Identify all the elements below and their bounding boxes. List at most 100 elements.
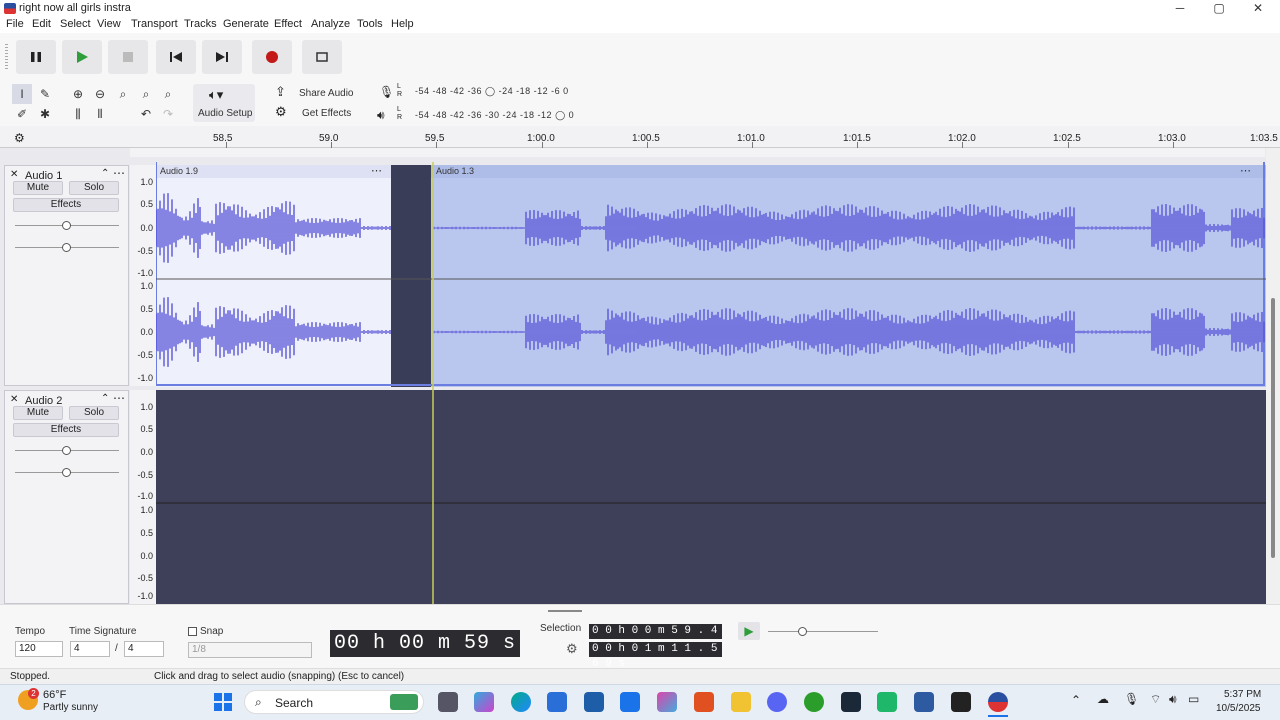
- snap-select[interactable]: 1/8: [188, 642, 312, 658]
- record-button[interactable]: [252, 40, 292, 74]
- network-warning-icon[interactable]: ☁: [1097, 692, 1109, 706]
- menu-transport[interactable]: Transport: [131, 18, 178, 30]
- solo-button[interactable]: Solo: [69, 406, 119, 420]
- playback-meter[interactable]: -54 -48 -42 -36 -30 -24 -18 -12 ◯ 0: [415, 110, 574, 121]
- maximize-button[interactable]: ▢: [1199, 0, 1239, 17]
- silence-audio-icon[interactable]: ⫴: [90, 104, 110, 124]
- task-view-icon[interactable]: [438, 692, 458, 712]
- menu-view[interactable]: View: [97, 18, 121, 30]
- clock-time[interactable]: 5:37 PM: [1224, 689, 1261, 700]
- app-icon[interactable]: [877, 692, 897, 712]
- timeline-ruler[interactable]: ⚙ 58.5 59.0 59.5 1:00.0 1:00.5 1:01.0 1:…: [0, 126, 1280, 148]
- pan-slider-knob[interactable]: [62, 468, 71, 477]
- undo-icon[interactable]: ↶: [136, 104, 156, 124]
- taskbar-search[interactable]: ⌕ Search: [244, 690, 424, 714]
- record-meter[interactable]: -54 -48 -42 -36 ◯ -24 -18 -12 -6 0: [415, 86, 569, 97]
- menu-help[interactable]: Help: [391, 18, 414, 30]
- microphone-tray-icon[interactable]: 🎙︎: [1124, 692, 1139, 706]
- discord-icon[interactable]: [767, 692, 787, 712]
- stop-button[interactable]: [108, 40, 148, 74]
- menu-generate[interactable]: Generate: [223, 18, 269, 30]
- menu-file[interactable]: File: [6, 18, 24, 30]
- snap-checkbox[interactable]: [188, 627, 197, 636]
- clip-menu-icon[interactable]: ⋯: [1240, 165, 1251, 177]
- volume-icon[interactable]: 🔊︎: [1169, 692, 1177, 707]
- get-effects-button[interactable]: ⚙ Get Effects: [273, 104, 361, 122]
- selection-settings-icon[interactable]: ⚙: [566, 641, 578, 657]
- track-menu-icon[interactable]: ⋯: [113, 166, 125, 180]
- windows-start-icon[interactable]: [213, 692, 233, 712]
- multi-tool-icon[interactable]: ✱: [35, 104, 55, 124]
- track-control-panel[interactable]: ✕ Audio 2 ⌃ ⋯ Mute Solo Effects: [4, 390, 129, 604]
- edge-browser-icon[interactable]: [511, 692, 531, 712]
- play-speed-knob[interactable]: [798, 627, 807, 636]
- track-menu-icon[interactable]: ⋯: [113, 391, 125, 405]
- redo-icon[interactable]: ↷: [158, 104, 178, 124]
- pause-button[interactable]: [16, 40, 56, 74]
- track-control-panel[interactable]: ✕ Audio 1 ⌃ ⋯ Mute Solo Effects: [4, 165, 129, 386]
- clock-date[interactable]: 10/5/2025: [1216, 703, 1261, 714]
- waveform-canvas[interactable]: Audio 1.9 Audio 1.3 ⋯ ⋯: [156, 162, 1266, 604]
- minimize-button[interactable]: ─: [1160, 0, 1200, 17]
- menu-tools[interactable]: Tools: [357, 18, 383, 30]
- playback-speaker-icon[interactable]: 🔊︎: [377, 108, 385, 123]
- gain-slider-knob[interactable]: [62, 221, 71, 230]
- draw-tool-icon[interactable]: ✐: [12, 104, 32, 124]
- timeline-settings-icon[interactable]: ⚙: [14, 131, 25, 145]
- play-at-speed-button[interactable]: ▶: [738, 622, 760, 640]
- terminal-icon[interactable]: [620, 692, 640, 712]
- zoom-in-icon[interactable]: ⊕: [68, 84, 88, 104]
- share-audio-button[interactable]: ⇪ Share Audio: [273, 84, 361, 102]
- weather-desc[interactable]: Partly sunny: [43, 702, 98, 713]
- effects-button[interactable]: Effects: [13, 423, 119, 437]
- menu-analyze[interactable]: Analyze: [311, 18, 350, 30]
- gain-slider-knob[interactable]: [62, 446, 71, 455]
- time-signature-denominator[interactable]: 4: [124, 641, 164, 657]
- menu-tracks[interactable]: Tracks: [184, 18, 217, 30]
- office-icon[interactable]: [657, 692, 677, 712]
- tempo-input[interactable]: 120: [15, 641, 63, 657]
- resize-handle[interactable]: [548, 610, 582, 612]
- solo-button[interactable]: Solo: [69, 181, 119, 195]
- clip-name[interactable]: Audio 1.9: [160, 166, 198, 176]
- xbox-icon[interactable]: [804, 692, 824, 712]
- fit-project-icon[interactable]: ⌕: [136, 84, 156, 104]
- brave-browser-icon[interactable]: [694, 692, 714, 712]
- wifi-icon[interactable]: ⌔: [1150, 692, 1161, 707]
- scrollbar-thumb[interactable]: [1271, 298, 1275, 558]
- zoom-toggle-icon[interactable]: ⌕: [158, 84, 178, 104]
- microphone-icon[interactable]: 🎙︎: [379, 85, 394, 99]
- close-button[interactable]: ✕: [1238, 0, 1278, 17]
- time-display[interactable]: 00 h 00 m 59 s: [330, 630, 520, 657]
- trim-audio-icon[interactable]: ⫼: [68, 104, 88, 124]
- menu-edit[interactable]: Edit: [32, 18, 51, 30]
- close-track-icon[interactable]: ✕: [10, 394, 18, 405]
- selection-start-time[interactable]: 0 0 h 0 0 m 5 9 . 4 8 2 s: [589, 624, 722, 652]
- collapse-track-icon[interactable]: ⌃: [101, 168, 109, 179]
- play-button[interactable]: [62, 40, 102, 74]
- show-hidden-icons[interactable]: ⌃: [1071, 693, 1081, 707]
- audacity-taskbar-icon[interactable]: [988, 692, 1008, 712]
- play-speed-slider[interactable]: [768, 631, 878, 632]
- pan-slider-knob[interactable]: [62, 243, 71, 252]
- skip-to-end-button[interactable]: [202, 40, 242, 74]
- fit-selection-icon[interactable]: ⌕: [113, 84, 133, 104]
- effects-button[interactable]: Effects: [13, 198, 119, 212]
- selection-end-time[interactable]: 0 0 h 0 1 m 1 1 . 5 6 9 s: [589, 642, 722, 670]
- photos-icon[interactable]: [584, 692, 604, 712]
- audio-clip-1-9[interactable]: [156, 165, 391, 387]
- vertical-scrollbar[interactable]: [1266, 148, 1280, 604]
- clip-menu-icon[interactable]: ⋯: [371, 165, 382, 177]
- toolbar-grip[interactable]: [5, 44, 8, 70]
- collapse-track-icon[interactable]: ⌃: [101, 393, 109, 404]
- steam-icon[interactable]: [841, 692, 861, 712]
- clip-name[interactable]: Audio 1.3: [436, 166, 474, 176]
- vpn-shield-icon[interactable]: [914, 692, 934, 712]
- zoom-out-icon[interactable]: ⊖: [90, 84, 110, 104]
- loop-button[interactable]: [302, 40, 342, 74]
- store-icon[interactable]: [547, 692, 567, 712]
- skip-to-start-button[interactable]: [156, 40, 196, 74]
- battery-icon[interactable]: ▭: [1188, 692, 1199, 706]
- audio-setup-button[interactable]: 🔈︎▾ Audio Setup: [193, 84, 255, 122]
- file-explorer-icon[interactable]: [731, 692, 751, 712]
